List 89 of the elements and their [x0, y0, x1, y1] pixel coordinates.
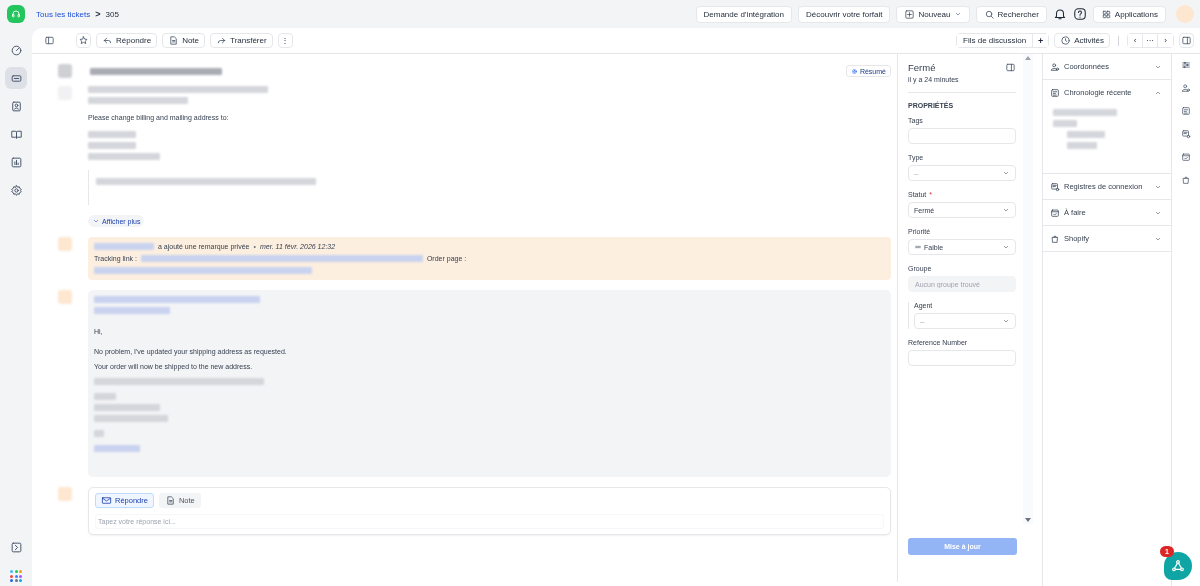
redacted-text [94, 404, 160, 411]
top-button[interactable]: Demande d’intégration [695, 5, 792, 23]
list-icon [1050, 87, 1060, 98]
reply-button[interactable]: Répondre [96, 33, 158, 48]
panel-icon [1181, 35, 1192, 46]
redacted-text [1053, 120, 1077, 127]
search-button[interactable]: Rechercher [975, 5, 1047, 23]
text-field[interactable] [908, 128, 1016, 144]
priority-icon [914, 243, 922, 251]
notifications-button[interactable] [1052, 7, 1067, 21]
list-button[interactable] [1181, 106, 1191, 116]
search-icon [983, 8, 995, 20]
app-grid-icon[interactable] [10, 570, 22, 582]
sidebar-icon [9, 540, 23, 554]
top-button[interactable]: Découvrir votre forfait [798, 5, 891, 23]
reply-arrow-icon [102, 35, 113, 46]
redacted-text [94, 393, 116, 400]
redacted-text [88, 131, 136, 138]
redacted-text [94, 430, 104, 437]
threads-button[interactable]: Fils de discussion [957, 34, 1034, 47]
chevron-down-icon [1002, 317, 1010, 325]
note-button[interactable]: Note [162, 33, 206, 48]
redacted-text [88, 142, 136, 149]
avatar [58, 237, 72, 251]
bag-button[interactable] [1181, 175, 1191, 185]
log-button[interactable] [1181, 129, 1191, 139]
log-icon [1181, 129, 1191, 139]
panel-icon [1005, 62, 1016, 73]
settings-icon [9, 183, 23, 197]
pager-button[interactable]: ‹ [1128, 34, 1143, 47]
redacted-text [94, 243, 154, 250]
nav-item[interactable] [5, 67, 27, 89]
note-icon [168, 35, 180, 46]
plus-icon [904, 8, 916, 20]
redacted-text [88, 153, 160, 160]
collapse-button[interactable] [1005, 62, 1016, 73]
breadcrumb-current: 305 [105, 9, 119, 19]
person-icon [1050, 61, 1060, 72]
activities-button[interactable]: Activités [1054, 33, 1110, 48]
toggle-panel-button[interactable] [44, 35, 55, 46]
sparkle-icon [850, 67, 858, 75]
redacted-text [1067, 131, 1105, 138]
chevron-down-icon [953, 10, 962, 18]
breadcrumb-separator: > [95, 9, 101, 19]
breadcrumb-link[interactable]: Tous les tickets [36, 9, 91, 19]
avatar [58, 290, 72, 304]
network-icon [1170, 558, 1186, 574]
sliders-icon [1181, 60, 1191, 70]
forward-button[interactable]: Transférer [210, 33, 273, 48]
star-icon [78, 35, 89, 46]
app-logo[interactable] [7, 5, 25, 23]
grid-icon [1100, 8, 1112, 20]
gauge-icon [9, 43, 23, 57]
chart-icon [9, 155, 23, 169]
person-icon [1181, 83, 1191, 93]
redacted-text [1067, 142, 1097, 149]
headset-icon [10, 8, 22, 20]
redacted-text [94, 445, 140, 452]
help-button[interactable] [1072, 7, 1087, 21]
avatar [58, 64, 72, 78]
chevron-down-icon [1002, 169, 1010, 177]
panel-icon [44, 35, 55, 46]
contact-card-icon [9, 99, 23, 113]
new-button[interactable]: Nouveau [896, 5, 970, 23]
calendar-button[interactable] [1181, 152, 1191, 162]
person-button[interactable] [1181, 83, 1191, 93]
chevron-down-icon [92, 217, 100, 225]
help-icon [1072, 7, 1087, 21]
bell-icon [1052, 7, 1067, 21]
pager-button[interactable]: ··· [1143, 34, 1158, 47]
list-icon [1181, 106, 1191, 116]
log-icon [1050, 181, 1060, 192]
chevron-down-icon [1002, 206, 1010, 214]
clock-icon [1060, 35, 1072, 46]
avatar [58, 487, 72, 501]
text-field[interactable] [908, 350, 1016, 366]
applications-button[interactable]: Applications [1092, 5, 1166, 23]
bag-icon [1181, 175, 1191, 185]
forward-arrow-icon [216, 35, 228, 46]
chevron-down-icon [1002, 243, 1010, 251]
calendar-icon [1050, 207, 1060, 218]
calendar-icon [1181, 152, 1191, 162]
sliders-button[interactable] [1181, 60, 1191, 70]
ticket-status: Fermé [908, 62, 936, 73]
redacted-text [1053, 109, 1117, 116]
envelope-icon [101, 495, 112, 506]
bag-icon [1050, 233, 1060, 244]
favorite-button[interactable] [76, 33, 91, 48]
more-button[interactable]: ⋮ [277, 33, 293, 48]
